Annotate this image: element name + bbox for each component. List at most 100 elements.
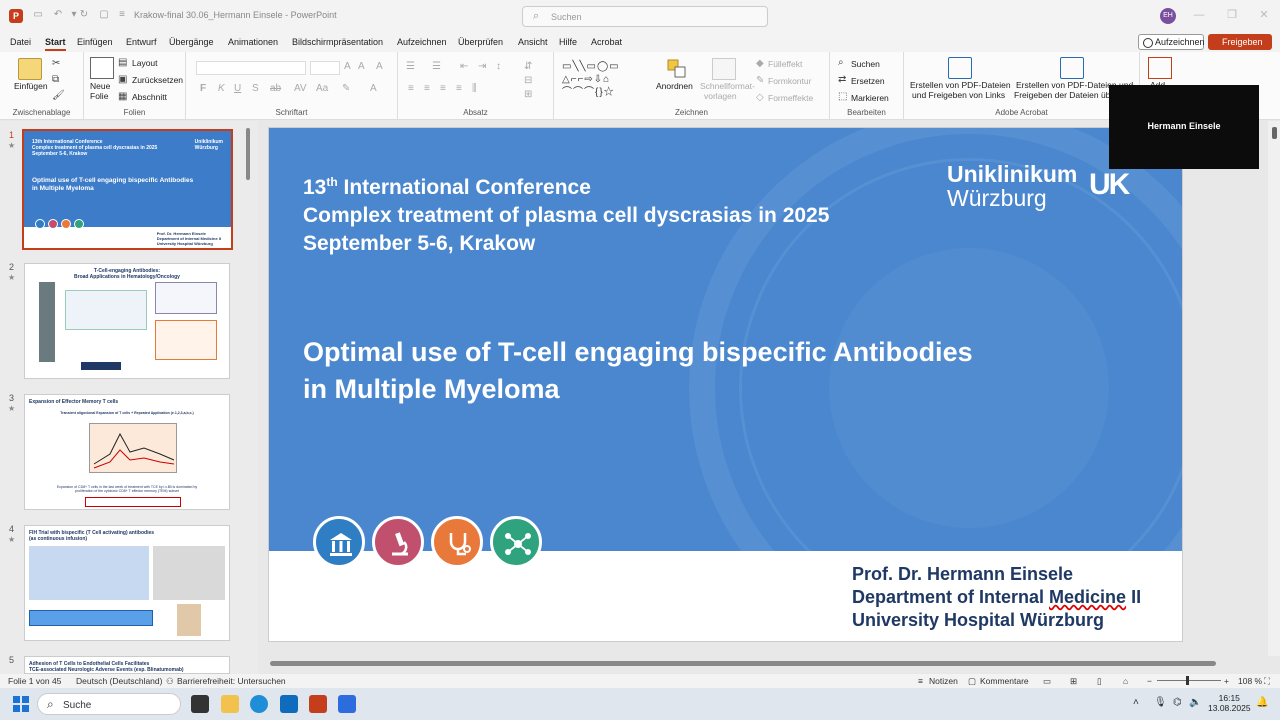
- arrange-label[interactable]: Anordnen: [656, 81, 693, 91]
- conference-header[interactable]: 13th International Conference Complex tr…: [303, 168, 829, 258]
- shape-fill-icon[interactable]: ◆: [756, 58, 764, 70]
- highlight-icon[interactable]: ✎: [342, 83, 350, 95]
- shadow-icon[interactable]: S: [252, 83, 259, 95]
- layout-icon[interactable]: ▤: [118, 57, 127, 69]
- slide-thumbnail-5[interactable]: Adhesion of T Cells to Endothelial Cells…: [24, 656, 230, 674]
- section-icon[interactable]: ▦: [118, 91, 127, 103]
- vertical-scrollbar[interactable]: [1268, 121, 1280, 656]
- slideshow-icon[interactable]: ⌂: [1123, 676, 1128, 686]
- replace-button[interactable]: Ersetzen: [851, 76, 885, 86]
- clear-format-icon[interactable]: A: [376, 61, 383, 73]
- slideshow-start-icon[interactable]: ▢: [98, 9, 110, 21]
- zoom-out-icon[interactable]: −: [1147, 676, 1152, 686]
- minimize-icon[interactable]: —: [1192, 8, 1206, 22]
- section-button[interactable]: Abschnitt: [132, 92, 167, 102]
- share-button[interactable]: Freigeben: [1208, 34, 1272, 50]
- powerpoint-taskbar-icon[interactable]: [309, 695, 327, 713]
- undo-icon[interactable]: ↶: [52, 9, 64, 21]
- tab-ansicht[interactable]: Ansicht: [518, 37, 548, 47]
- create-pdf-share-icon[interactable]: [1060, 57, 1084, 79]
- slide-title[interactable]: Optimal use of T-cell engaging bispecifi…: [303, 334, 973, 408]
- slide-thumbnail-3[interactable]: Expansion of Effector Memory T cells Tra…: [24, 394, 230, 510]
- volume-icon[interactable]: 🔈: [1189, 697, 1201, 708]
- maximize-icon[interactable]: ❐: [1225, 8, 1239, 22]
- redo-icon[interactable]: ↻: [78, 9, 90, 21]
- increase-font-icon[interactable]: A: [344, 61, 351, 73]
- save-icon[interactable]: ▭: [32, 9, 44, 21]
- edge-browser-icon[interactable]: [250, 695, 268, 713]
- font-family-select[interactable]: [196, 61, 306, 75]
- windows-start-icon[interactable]: [13, 696, 29, 712]
- taskbar-search[interactable]: ⌕ Suche: [37, 693, 181, 715]
- copy-icon[interactable]: ⧉: [52, 74, 59, 86]
- create-pdf-links-line2[interactable]: und Freigeben von Links: [912, 90, 1005, 100]
- microphone-icon[interactable]: 🎙: [1154, 697, 1167, 708]
- search-box[interactable]: ⌕ Suchen: [522, 6, 768, 27]
- select-icon[interactable]: ⬚: [838, 91, 847, 103]
- vertical-scroll-thumb[interactable]: [1272, 127, 1277, 139]
- shape-effects-icon[interactable]: ◇: [756, 92, 764, 104]
- line-spacing-icon[interactable]: ↕: [496, 61, 501, 73]
- shape-fill-button[interactable]: Fülleffekt: [768, 59, 802, 69]
- decrease-font-icon[interactable]: A: [358, 61, 365, 73]
- zoom-app-icon[interactable]: [338, 695, 356, 713]
- create-pdf-links-line1[interactable]: Erstellen von PDF-Dateien: [910, 80, 1011, 90]
- arrange-icon[interactable]: [666, 58, 690, 80]
- format-painter-icon[interactable]: 🖌: [52, 90, 65, 102]
- comments-button[interactable]: Kommentare: [980, 676, 1029, 686]
- align-left-icon[interactable]: ≡: [408, 83, 414, 95]
- replace-icon[interactable]: ⇄: [838, 74, 846, 86]
- slide-thumbnail-4[interactable]: FIH Trial with bispecific (T Cell activa…: [24, 525, 230, 641]
- language-indicator[interactable]: Deutsch (Deutschland): [76, 676, 162, 686]
- tab-entwurf[interactable]: Entwurf: [126, 37, 157, 47]
- tab-ueberpruefen[interactable]: Überprüfen: [458, 37, 503, 47]
- presenter-block[interactable]: Prof. Dr. Hermann Einsele Department of …: [852, 563, 1141, 632]
- tab-einfuegen[interactable]: Einfügen: [77, 37, 113, 47]
- meeting-video-tile[interactable]: Hermann Einsele: [1109, 85, 1259, 169]
- zoom-slider[interactable]: [1157, 680, 1221, 681]
- tray-overflow-icon[interactable]: ˄: [1133, 697, 1139, 708]
- notifications-icon[interactable]: 🔔: [1256, 697, 1268, 708]
- close-icon[interactable]: ✕: [1257, 8, 1271, 22]
- align-right-icon[interactable]: ≡: [440, 83, 446, 95]
- char-spacing-icon[interactable]: AV: [294, 83, 307, 95]
- numbering-icon[interactable]: ☰: [432, 61, 441, 73]
- columns-icon[interactable]: ⫼: [472, 83, 477, 95]
- new-slide-icon[interactable]: [90, 57, 114, 79]
- bold-icon[interactable]: F: [200, 83, 206, 95]
- shapes-gallery[interactable]: ▭╲╲▭◯▭ △⌐⌐⇨⇩⌂ ⌒⌒⌒{}☆: [562, 60, 646, 100]
- slide-thumbnail-1[interactable]: 13th International Conference Complex tr…: [22, 129, 233, 250]
- italic-icon[interactable]: K: [218, 83, 225, 95]
- paste-icon[interactable]: [18, 58, 42, 80]
- font-size-select[interactable]: [310, 61, 340, 75]
- tab-bildschirmpraesentation[interactable]: Bildschirmpräsentation: [292, 37, 383, 47]
- create-pdf-links-icon[interactable]: [948, 57, 972, 79]
- justify-icon[interactable]: ≡: [456, 83, 462, 95]
- tab-aufzeichnen[interactable]: Aufzeichnen: [397, 37, 447, 47]
- shape-effects-button[interactable]: Formeffekte: [768, 93, 813, 103]
- file-explorer-icon[interactable]: [221, 695, 239, 713]
- tab-datei[interactable]: Datei: [10, 37, 31, 47]
- horizontal-scrollbar[interactable]: [270, 661, 1216, 666]
- quick-styles-label-2[interactable]: vorlagen: [704, 91, 737, 101]
- tab-hilfe[interactable]: Hilfe: [559, 37, 577, 47]
- change-case-icon[interactable]: Aa: [316, 83, 328, 95]
- tab-uebergaenge[interactable]: Übergänge: [169, 37, 214, 47]
- quick-styles-icon[interactable]: [712, 58, 736, 80]
- new-slide-label-2[interactable]: Folie: [90, 91, 108, 101]
- zoom-level[interactable]: 108 %: [1238, 676, 1262, 686]
- text-direction-icon[interactable]: ⇵: [524, 61, 532, 73]
- outlook-icon[interactable]: [280, 695, 298, 713]
- customize-qat-icon[interactable]: ≡: [116, 9, 128, 21]
- layout-button[interactable]: Layout: [132, 58, 158, 68]
- find-button[interactable]: Suchen: [851, 59, 880, 69]
- select-button[interactable]: Markieren: [851, 93, 889, 103]
- system-clock[interactable]: 16:15 13.08.2025: [1208, 693, 1251, 713]
- paste-label[interactable]: Einfügen: [14, 81, 48, 91]
- new-slide-label-1[interactable]: Neue: [90, 81, 110, 91]
- user-avatar[interactable]: EH: [1160, 8, 1176, 24]
- slide-sorter-icon[interactable]: ⊞: [1070, 676, 1077, 687]
- accessibility-check[interactable]: Barrierefreiheit: Untersuchen: [177, 676, 286, 686]
- align-center-icon[interactable]: ≡: [424, 83, 430, 95]
- tab-start[interactable]: Start: [45, 37, 66, 51]
